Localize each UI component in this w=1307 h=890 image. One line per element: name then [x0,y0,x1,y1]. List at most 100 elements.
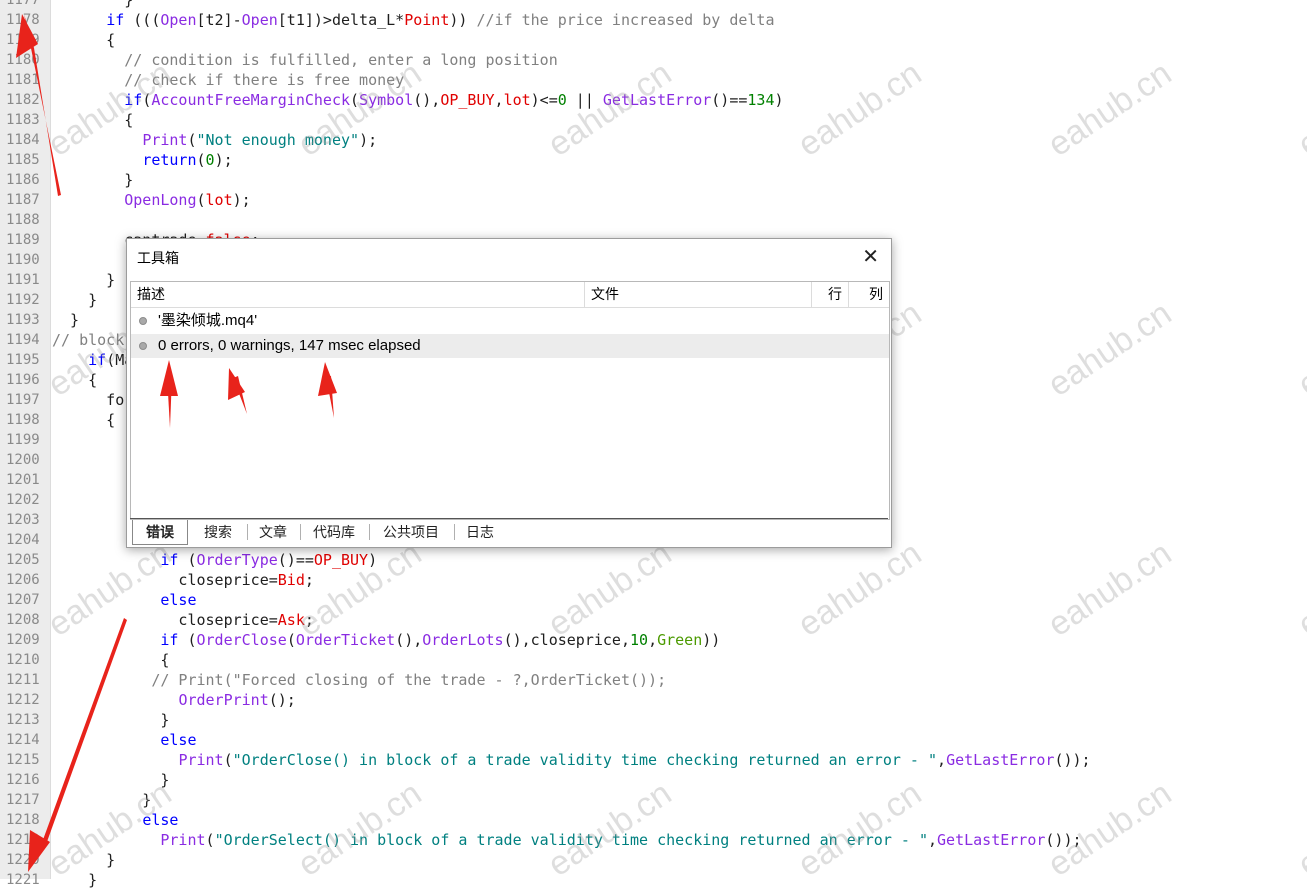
tab-journal[interactable]: 日志 [457,520,503,544]
line-number: 1182 [6,92,40,108]
line-number: 1187 [6,192,40,208]
line-number: 1214 [6,732,40,748]
code-line[interactable]: { [52,410,115,430]
code-line[interactable]: else [52,810,178,830]
column-header-column[interactable]: 列 [849,282,889,307]
errors-panel: 描述 文件 行 列 '墨染倾城.mq4' 0 errors, 0 warning… [130,281,890,520]
code-line[interactable]: } [52,270,115,290]
line-number: 1204 [6,532,40,548]
code-line[interactable]: { [52,370,97,390]
code-line[interactable]: Print("OrderClose() in block of a trade … [52,750,1090,770]
line-number: 1203 [6,512,40,528]
code-line[interactable]: } [52,710,169,730]
line-number: 1210 [6,652,40,668]
code-line[interactable]: } [52,290,97,310]
table-header: 描述 文件 行 列 [131,282,889,308]
tab-separator [247,524,248,540]
line-number: 1212 [6,692,40,708]
line-number: 1198 [6,412,40,428]
close-icon[interactable]: ✕ [862,245,879,269]
code-line[interactable]: Print("OrderSelect() in block of a trade… [52,830,1081,850]
line-number: 1191 [6,272,40,288]
info-dot-icon [139,342,147,350]
line-number: 1206 [6,572,40,588]
code-line[interactable]: } [52,310,79,330]
code-line[interactable]: { [52,30,115,50]
code-line[interactable]: if (OrderType()==OP_BUY) [52,550,377,570]
code-line[interactable]: OpenLong(lot); [52,190,250,210]
toolbox-tabs: 错误 搜索 文章 代码库 公共项目 日志 [130,518,888,545]
watermark-text: eahub.cn [1291,774,1307,884]
line-number: 1207 [6,592,40,608]
code-line[interactable]: // block [52,330,124,350]
line-number: 1178 [6,12,40,28]
line-number: 1199 [6,432,40,448]
line-number: 1211 [6,672,40,688]
line-number: 1213 [6,712,40,728]
code-line[interactable]: } [52,870,97,890]
code-line[interactable]: closeprice=Bid; [52,570,313,590]
code-line[interactable]: Print("Not enough money"); [52,130,377,150]
watermark-text: eahub.cn [1291,54,1307,164]
watermark-text: eahub.cn [1041,294,1179,404]
line-number-gutter: 1177 1178 1179 1180 1181 1182 1183 1184 1185 1186… [0,0,51,888]
tab-code-base[interactable]: 代码库 [303,520,365,544]
line-number: 1201 [6,472,40,488]
code-line[interactable]: closeprice=Ask; [52,610,313,630]
code-line[interactable]: } [52,790,151,810]
line-number: 1208 [6,612,40,628]
code-line[interactable]: fo [52,390,124,410]
watermark-text: eahub.cn [791,534,929,644]
table-row[interactable]: 0 errors, 0 warnings, 147 msec elapsed [131,334,889,358]
tab-search[interactable]: 搜索 [192,520,244,544]
code-line[interactable]: // Print("Forced closing of the trade - … [52,670,666,690]
line-number: 1195 [6,352,40,368]
watermark-text: eahub.cn [1041,534,1179,644]
code-line[interactable]: else [52,730,196,750]
code-line[interactable]: else [52,590,196,610]
tab-separator [454,524,455,540]
column-header-description[interactable]: 描述 [131,282,585,307]
table-row[interactable]: '墨染倾城.mq4' [131,309,889,333]
code-line[interactable]: if (((Open[t2]-Open[t1])>delta_L*Point))… [52,10,774,30]
line-number: 1190 [6,252,40,268]
watermark-text: eahub.cn [1291,534,1307,644]
line-number: 1218 [6,812,40,828]
code-line[interactable]: return(0); [52,150,232,170]
line-number: 1216 [6,772,40,788]
line-number: 1194 [6,332,40,348]
watermark-text: eahub.cn [541,534,679,644]
line-number: 1209 [6,632,40,648]
watermark-text: eahub.cn [1041,54,1179,164]
code-line[interactable]: OrderPrint(); [52,690,295,710]
watermark-text: eahub.cn [1291,294,1307,404]
code-line[interactable]: if (OrderClose(OrderTicket(),OrderLots()… [52,630,720,650]
column-header-line[interactable]: 行 [812,282,849,307]
row-description: 0 errors, 0 warnings, 147 msec elapsed [158,337,421,354]
code-line[interactable]: // condition is fulfilled, enter a long … [52,50,557,70]
line-number: 1188 [6,212,40,228]
code-line[interactable]: } [52,0,133,10]
line-number: 1193 [6,312,40,328]
tab-errors[interactable]: 错误 [132,520,188,545]
row-description: '墨染倾城.mq4' [158,312,258,329]
watermark-text: eahub.cn [791,54,929,164]
tab-articles[interactable]: 文章 [250,520,296,544]
info-dot-icon [139,317,147,325]
line-number: 1200 [6,452,40,468]
code-line[interactable]: { [52,650,169,670]
column-header-file[interactable]: 文件 [585,282,812,307]
line-number: 1189 [6,232,40,248]
code-line[interactable]: // check if there is free money [52,70,404,90]
code-line[interactable]: if(AccountFreeMarginCheck(Symbol(),OP_BU… [52,90,783,110]
line-number: 1185 [6,152,40,168]
line-number: 1219 [6,832,40,848]
code-line[interactable]: if(Ma [52,350,133,370]
line-number: 1183 [6,112,40,128]
line-number: 1184 [6,132,40,148]
code-line[interactable]: } [52,850,115,870]
code-line[interactable]: { [52,110,133,130]
code-line[interactable]: } [52,770,169,790]
tab-public-projects[interactable]: 公共项目 [372,520,450,544]
code-line[interactable]: } [52,170,133,190]
